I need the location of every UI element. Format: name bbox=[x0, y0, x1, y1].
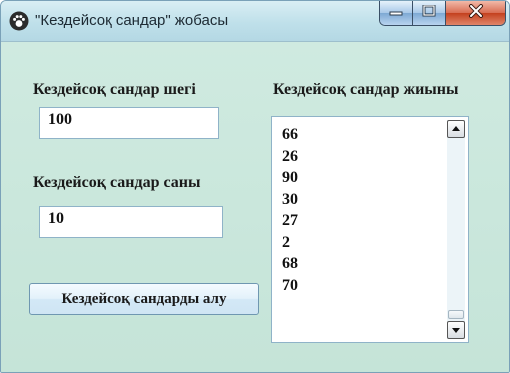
limit-input[interactable]: 100 bbox=[39, 107, 219, 139]
minimize-icon bbox=[389, 4, 403, 22]
scroll-up-button[interactable] bbox=[447, 120, 465, 138]
window-title: "Кездейсоқ сандар" жобасы bbox=[35, 12, 229, 29]
scrollbar-thumb[interactable] bbox=[448, 310, 464, 319]
numbers-listbox[interactable]: 66 26 90 30 27 2 68 70 bbox=[271, 116, 469, 343]
count-input[interactable]: 10 bbox=[39, 206, 223, 238]
list-item[interactable]: 68 bbox=[282, 253, 298, 275]
numbers-list: 66 26 90 30 27 2 68 70 bbox=[282, 124, 298, 296]
paw-icon[interactable] bbox=[9, 11, 29, 31]
scroll-up-arrow-icon bbox=[451, 120, 461, 138]
caption-buttons bbox=[379, 1, 506, 26]
maximize-icon bbox=[422, 4, 436, 22]
scroll-down-button[interactable] bbox=[447, 321, 465, 339]
list-item[interactable]: 27 bbox=[282, 210, 298, 232]
maximize-button[interactable] bbox=[413, 1, 446, 25]
list-item[interactable]: 70 bbox=[282, 275, 298, 297]
get-random-numbers-button[interactable]: Кездейсоқ сандарды алу bbox=[29, 283, 259, 315]
limit-label: Кездейсоқ сандар шегі bbox=[33, 81, 196, 98]
vertical-scrollbar[interactable] bbox=[447, 120, 465, 339]
scroll-down-arrow-icon bbox=[451, 321, 461, 339]
close-icon bbox=[468, 3, 484, 23]
app-window: "Кездейсоқ сандар" жобасы Кездейсоқ санд… bbox=[0, 0, 510, 373]
title-bar[interactable]: "Кездейсоқ сандар" жобасы bbox=[1, 1, 509, 42]
minimize-button[interactable] bbox=[380, 1, 413, 25]
list-item[interactable]: 66 bbox=[282, 124, 298, 146]
list-item[interactable]: 2 bbox=[282, 232, 298, 254]
set-label: Кездейсоқ сандар жиыны bbox=[273, 81, 459, 98]
close-button[interactable] bbox=[446, 1, 505, 25]
list-item[interactable]: 30 bbox=[282, 189, 298, 211]
count-label: Кездейсоқ сандар саны bbox=[33, 174, 201, 191]
list-item[interactable]: 90 bbox=[282, 167, 298, 189]
list-item[interactable]: 26 bbox=[282, 146, 298, 168]
